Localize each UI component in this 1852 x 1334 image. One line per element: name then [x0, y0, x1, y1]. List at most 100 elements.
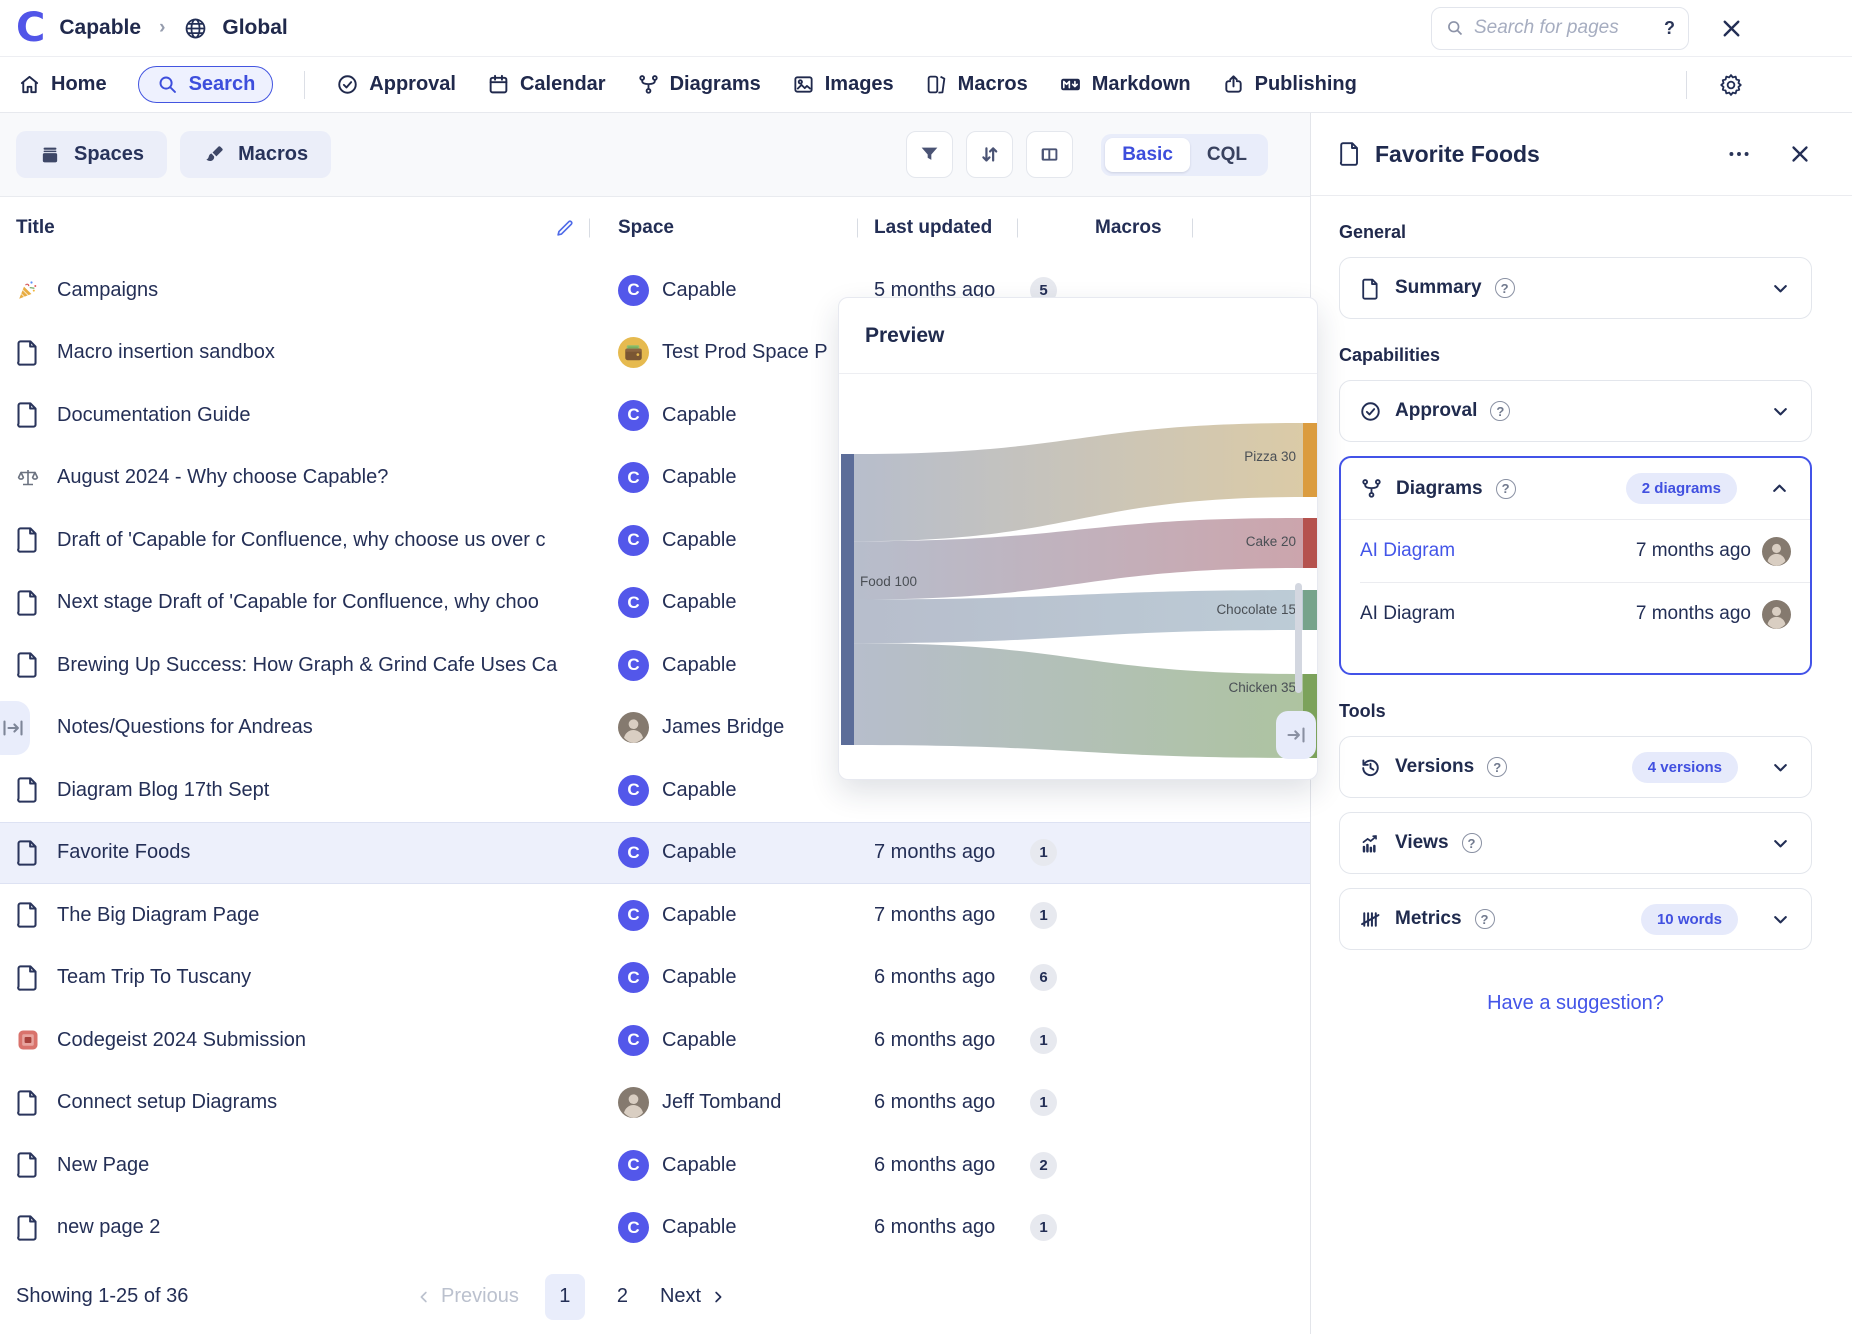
space-name: Capable: [662, 279, 737, 302]
nav-item-search[interactable]: Search: [138, 66, 274, 103]
page-2-button[interactable]: 2: [611, 1285, 634, 1308]
nav-item-markdown[interactable]: Markdown: [1059, 73, 1191, 96]
more-actions-icon[interactable]: [1726, 141, 1752, 167]
scale-icon: [16, 464, 40, 492]
section-label-general: General: [1339, 222, 1812, 243]
preview-title: Preview: [839, 298, 1317, 374]
search-input[interactable]: Search for pages ?: [1431, 7, 1689, 50]
search-help-icon[interactable]: ?: [1664, 18, 1675, 39]
next-page-button[interactable]: Next: [660, 1285, 727, 1308]
page-icon: [16, 839, 40, 867]
results-count: Showing 1-25 of 36: [16, 1285, 188, 1308]
chevron-down-icon[interactable]: [1769, 756, 1792, 779]
breadcrumb-app[interactable]: Capable: [59, 16, 141, 40]
nav-item-publishing[interactable]: Publishing: [1222, 73, 1357, 96]
edit-pencil-icon[interactable]: [554, 217, 576, 239]
diagram-item[interactable]: AI Diagram7 months ago: [1341, 583, 1810, 645]
row-space-cell: James Bridge: [590, 712, 858, 743]
scrollbar[interactable]: [1295, 583, 1302, 693]
row-title-cell: Favorite Foods: [0, 839, 590, 867]
breadcrumb-scope[interactable]: Global: [222, 16, 287, 40]
metrics-icon: [1359, 908, 1382, 931]
column-header-space[interactable]: Space: [590, 197, 858, 259]
row-space-cell: CCapable: [590, 1212, 858, 1243]
space-avatar-capable: C: [618, 962, 649, 993]
nav-item-approval[interactable]: Approval: [336, 73, 456, 96]
diagram-name[interactable]: AI Diagram: [1360, 540, 1455, 562]
mode-basic-tab[interactable]: Basic: [1105, 138, 1190, 172]
diagram-item[interactable]: AI Diagram7 months ago: [1341, 520, 1810, 582]
chevron-down-icon[interactable]: [1769, 832, 1792, 855]
sort-button[interactable]: [966, 131, 1013, 178]
top-bar: C Capable › Global Search for pages ?: [0, 0, 1852, 57]
close-icon[interactable]: [1719, 16, 1744, 41]
nav-item-macros[interactable]: Macros: [925, 73, 1028, 96]
space-avatar-capable: C: [618, 275, 649, 306]
table-row[interactable]: Favorite Foods CCapable 7 months ago 1: [0, 822, 1310, 885]
nav-item-calendar[interactable]: Calendar: [487, 73, 606, 96]
svg-text:Food 100: Food 100: [860, 574, 917, 589]
chevron-down-icon[interactable]: [1769, 908, 1792, 931]
card-header-summary[interactable]: Summary?: [1340, 258, 1811, 318]
card-header-metrics[interactable]: Metrics?10 words: [1340, 889, 1811, 949]
table-row[interactable]: new page 2 CCapable 6 months ago 1: [0, 1197, 1310, 1260]
mode-cql-tab[interactable]: CQL: [1190, 138, 1264, 172]
column-header-macros[interactable]: Macros: [1018, 197, 1193, 259]
help-icon[interactable]: ?: [1487, 757, 1507, 777]
page-1-button[interactable]: 1: [545, 1274, 585, 1320]
page-title: Favorite Foods: [57, 841, 190, 864]
card-header-approval[interactable]: Approval?: [1340, 381, 1811, 441]
card-views: Views?: [1339, 812, 1812, 874]
row-space-cell: CCapable: [590, 525, 858, 556]
macros-count-badge: 2: [1030, 1152, 1057, 1179]
table-row[interactable]: Codegeist 2024 Submission CCapable 6 mon…: [0, 1009, 1310, 1072]
diagram-name[interactable]: AI Diagram: [1360, 603, 1455, 625]
page-icon: [16, 1214, 40, 1242]
macros-count-badge: 1: [1030, 902, 1057, 929]
chevron-down-icon[interactable]: [1769, 277, 1792, 300]
suggestion-link[interactable]: Have a suggestion?: [1339, 992, 1812, 1015]
help-icon[interactable]: ?: [1496, 479, 1516, 499]
space-avatar-capable: C: [618, 400, 649, 431]
preview-popup: Preview Pizza 30Cake 20Chocolate 15Chick…: [838, 297, 1318, 780]
navbar-divider: [1686, 71, 1687, 99]
space-name: Capable: [662, 404, 737, 427]
spaces-filter-button[interactable]: Spaces: [16, 131, 167, 178]
panel-page-title: Favorite Foods: [1375, 141, 1712, 168]
help-icon[interactable]: ?: [1490, 401, 1510, 421]
columns-button[interactable]: [1026, 131, 1073, 178]
count-badge: 10 words: [1641, 904, 1738, 935]
help-icon[interactable]: ?: [1475, 909, 1495, 929]
nav-item-diagrams[interactable]: Diagrams: [637, 73, 761, 96]
nav-item-home[interactable]: Home: [18, 73, 107, 96]
count-badge: 2 diagrams: [1626, 473, 1737, 504]
chevron-down-icon[interactable]: [1769, 400, 1792, 423]
nav-item-images[interactable]: Images: [792, 73, 894, 96]
page-title: Notes/Questions for Andreas: [57, 716, 313, 739]
card-header-diagrams[interactable]: Diagrams?2 diagrams: [1341, 458, 1810, 520]
macros-filter-button[interactable]: Macros: [180, 131, 331, 178]
page-title: New Page: [57, 1154, 149, 1177]
macros-count-badge: 1: [1030, 839, 1057, 866]
column-header-last-updated[interactable]: Last updated: [858, 197, 1018, 259]
panel-close-icon[interactable]: [1788, 142, 1812, 166]
table-row[interactable]: New Page CCapable 6 months ago 2: [0, 1134, 1310, 1197]
table-row[interactable]: Connect setup Diagrams Jeff Tomband 6 mo…: [0, 1072, 1310, 1135]
open-in-page-button[interactable]: [1276, 711, 1316, 759]
column-header-title[interactable]: Title: [0, 197, 590, 259]
table-row[interactable]: The Big Diagram Page CCapable 7 months a…: [0, 884, 1310, 947]
card-header-versions[interactable]: Versions?4 versions: [1340, 737, 1811, 797]
row-title-cell: Brewing Up Success: How Graph & Grind Ca…: [0, 651, 590, 679]
gear-icon[interactable]: [1718, 72, 1744, 98]
card-header-views[interactable]: Views?: [1340, 813, 1811, 873]
row-title-cell: Notes/Questions for Andreas: [0, 716, 590, 739]
chevron-up-icon[interactable]: [1768, 477, 1791, 500]
count-badge: 4 versions: [1632, 752, 1738, 783]
markdown-icon: [1059, 73, 1082, 96]
help-icon[interactable]: ?: [1495, 278, 1515, 298]
space-avatar-capable: C: [618, 1025, 649, 1056]
previous-page-button[interactable]: Previous: [415, 1285, 519, 1308]
help-icon[interactable]: ?: [1462, 833, 1482, 853]
table-row[interactable]: Team Trip To Tuscany CCapable 6 months a…: [0, 947, 1310, 1010]
filter-button[interactable]: [906, 131, 953, 178]
